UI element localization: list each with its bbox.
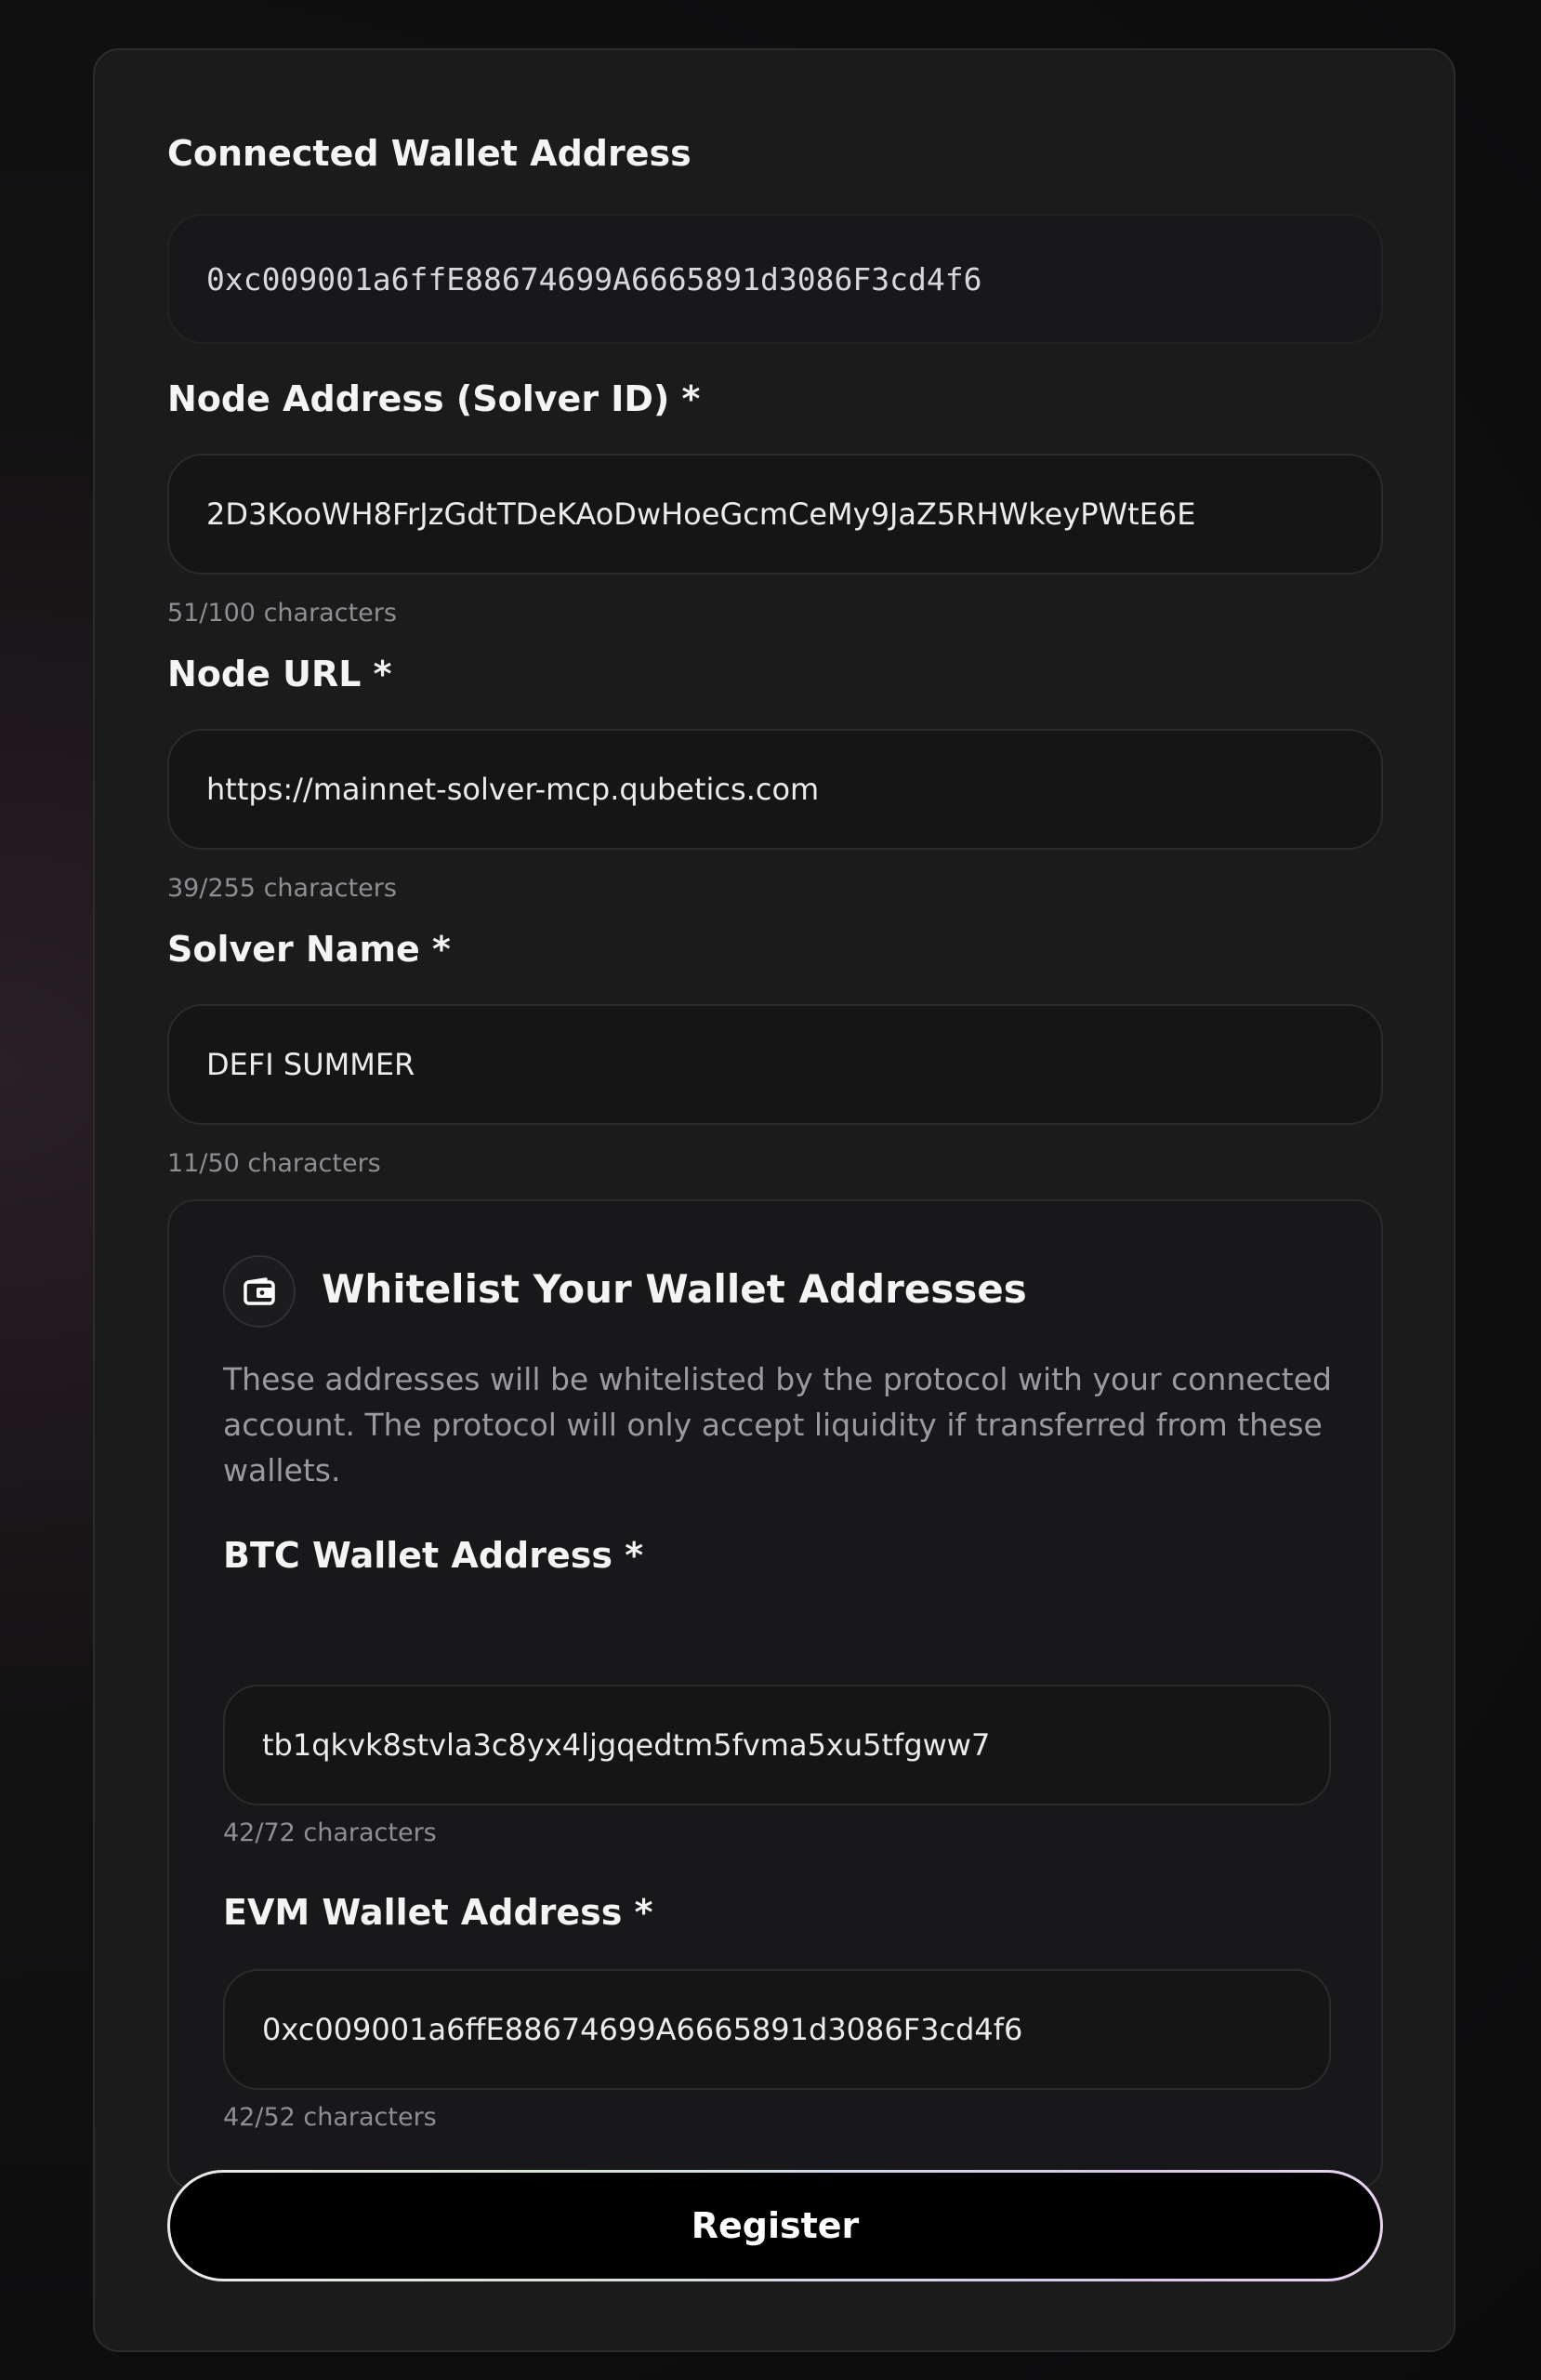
node-url-input[interactable]: https://mainnet-solver-mcp.qubetics.com <box>167 729 1383 850</box>
btc-wallet-char-count: 42/72 characters <box>223 1818 437 1847</box>
btc-wallet-input[interactable]: tb1qkvk8stvla3c8yx4ljgqedtm5fvma5xu5tfgw… <box>223 1685 1331 1805</box>
solver-name-char-count: 11/50 characters <box>167 1149 381 1178</box>
whitelist-title: Whitelist Your Wallet Addresses <box>322 1266 1027 1312</box>
node-url-char-count: 39/255 characters <box>167 874 397 903</box>
node-address-value: 2D3KooWH8FrJzGdtTDeKAoDwHoeGcmCeMy9JaZ5R… <box>206 496 1196 532</box>
btc-wallet-label: BTC Wallet Address * <box>223 1535 644 1576</box>
node-url-value: https://mainnet-solver-mcp.qubetics.com <box>206 772 820 807</box>
node-address-label: Node Address (Solver ID) * <box>167 378 701 419</box>
node-address-char-count: 51/100 characters <box>167 599 397 628</box>
evm-wallet-input[interactable]: 0xc009001a6ffE88674699A6665891d3086F3cd4… <box>223 1969 1331 2090</box>
wallet-icon <box>223 1255 296 1328</box>
connected-wallet-label: Connected Wallet Address <box>167 133 691 174</box>
evm-wallet-value: 0xc009001a6ffE88674699A6665891d3086F3cd4… <box>262 2012 1023 2047</box>
evm-wallet-char-count: 42/52 characters <box>223 2103 437 2132</box>
registration-card: Connected Wallet Address 0xc009001a6ffE8… <box>93 48 1455 2352</box>
node-address-input[interactable]: 2D3KooWH8FrJzGdtTDeKAoDwHoeGcmCeMy9JaZ5R… <box>167 454 1383 575</box>
whitelist-panel: Whitelist Your Wallet Addresses These ad… <box>167 1199 1383 2190</box>
whitelist-description: These addresses will be whitelisted by t… <box>223 1361 1332 1488</box>
register-button[interactable]: Register <box>167 2170 1383 2281</box>
btc-wallet-value: tb1qkvk8stvla3c8yx4ljgqedtm5fvma5xu5tfgw… <box>262 1727 991 1763</box>
solver-name-label: Solver Name * <box>167 929 451 970</box>
solver-name-value: DEFI SUMMER <box>206 1047 415 1082</box>
evm-wallet-label: EVM Wallet Address * <box>223 1892 653 1933</box>
solver-name-input[interactable]: DEFI SUMMER <box>167 1004 1383 1125</box>
node-url-label: Node URL * <box>167 654 392 694</box>
connected-wallet-value: 0xc009001a6ffE88674699A6665891d3086F3cd4… <box>206 260 982 298</box>
connected-wallet-field: 0xc009001a6ffE88674699A6665891d3086F3cd4… <box>167 214 1383 344</box>
